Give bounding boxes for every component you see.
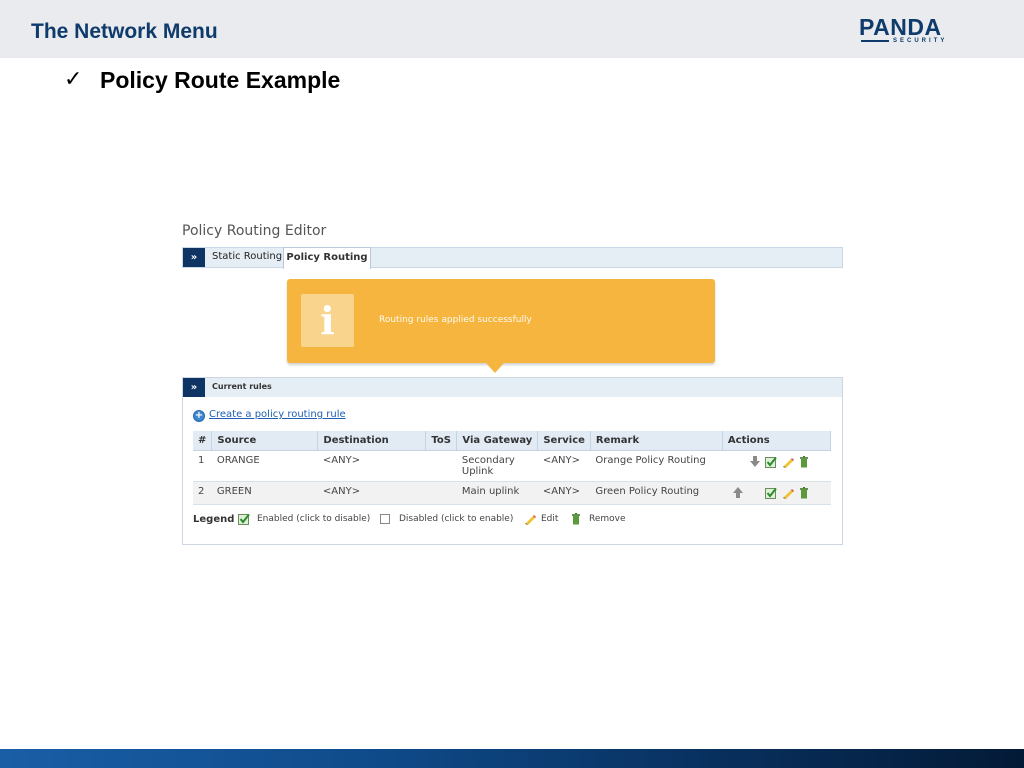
cell-tos [425, 481, 457, 505]
slide-header: The Network Menu PANDA SECURITY [0, 0, 1024, 58]
slide-title: The Network Menu [31, 20, 218, 43]
arrow-up-icon[interactable] [732, 486, 744, 499]
rules-table: # Source Destination ToS Via Gateway Ser… [193, 431, 832, 505]
tab-static-routing[interactable]: Static Routing [212, 251, 282, 262]
pencil-icon[interactable] [782, 487, 795, 499]
arrow-down-icon[interactable] [749, 455, 761, 468]
cell-via-gateway: Main uplink [456, 481, 538, 505]
checkbox-checked-icon [238, 513, 250, 525]
column-header-via-gateway: Via Gateway [456, 431, 539, 451]
notice-message: Routing rules applied successfully [379, 315, 532, 325]
expand-icon[interactable]: » [183, 248, 205, 267]
bullet-heading: Policy Route Example [100, 67, 341, 93]
cell-actions [722, 450, 831, 482]
pencil-icon[interactable] [782, 456, 795, 468]
table-header-row: # Source Destination ToS Via Gateway Ser… [193, 431, 832, 451]
cell-remark: Orange Policy Routing [590, 450, 723, 482]
rules-panel-header: » Current rules [183, 378, 842, 397]
legend-title: Legend [193, 514, 235, 525]
current-rules-panel: » Current rules + Create a policy routin… [182, 377, 843, 545]
column-header-destination: Destination [317, 431, 427, 451]
policy-routing-editor: Policy Routing Editor » Static Routing P… [182, 220, 844, 546]
collapse-icon[interactable]: » [183, 378, 205, 397]
table-row: 1 ORANGE <ANY> Secondary Uplink <ANY> Or… [193, 450, 831, 482]
table-row: 2 GREEN <ANY> Main uplink <ANY> Green Po… [193, 481, 831, 505]
trash-icon [572, 513, 580, 525]
trash-icon[interactable] [798, 486, 810, 499]
tab-policy-routing[interactable]: Policy Routing [283, 247, 371, 269]
cell-number: 1 [193, 450, 212, 482]
tab-bar: » Static Routing Policy Routing [182, 247, 843, 269]
panda-security-logo: PANDA SECURITY [859, 15, 971, 45]
cell-source: ORANGE [211, 450, 318, 482]
cell-source: GREEN [211, 481, 318, 505]
cell-destination: <ANY> [317, 450, 426, 482]
legend-edit-label: Edit [541, 514, 559, 524]
success-notice: i Routing rules applied successfully [287, 279, 715, 363]
cell-number: 2 [193, 481, 212, 505]
cell-remark: Green Policy Routing [590, 481, 723, 505]
trash-icon[interactable] [798, 455, 810, 468]
rules-panel-title: Current rules [212, 382, 272, 391]
cell-tos [425, 450, 457, 482]
logo-main-text: PANDA [859, 14, 942, 40]
column-header-source: Source [211, 431, 319, 451]
logo-underline [861, 40, 889, 42]
cell-service: <ANY> [537, 450, 591, 482]
checkbox-empty-icon [380, 514, 390, 524]
cell-via-gateway: Secondary Uplink [456, 450, 538, 482]
legend-enabled-label: Enabled (click to disable) [257, 514, 371, 524]
column-header-actions: Actions [722, 431, 832, 451]
info-icon: i [301, 294, 354, 347]
checkbox-checked-icon[interactable] [765, 487, 778, 499]
column-header-service: Service [537, 431, 591, 451]
legend: Legend Enabled (click to disable) Disabl… [193, 513, 833, 527]
logo-sub-text: SECURITY [893, 38, 948, 44]
cell-actions [722, 481, 831, 505]
create-rule-link-text[interactable]: Create a policy routing rule [209, 409, 346, 420]
cell-service: <ANY> [537, 481, 591, 505]
notice-pointer [486, 363, 504, 373]
pencil-icon [525, 515, 536, 525]
checkbox-checked-icon[interactable] [765, 456, 778, 468]
legend-remove-label: Remove [589, 514, 626, 524]
cell-destination: <ANY> [317, 481, 426, 505]
check-icon: ✓ [64, 66, 83, 91]
footer-bar [0, 749, 1024, 768]
editor-title: Policy Routing Editor [182, 223, 327, 239]
add-circle-icon[interactable]: + [193, 410, 205, 422]
legend-disabled-label: Disabled (click to enable) [399, 514, 514, 524]
column-header-remark: Remark [590, 431, 723, 451]
column-header-tos: ToS [425, 431, 458, 451]
column-header-number: # [193, 431, 213, 451]
